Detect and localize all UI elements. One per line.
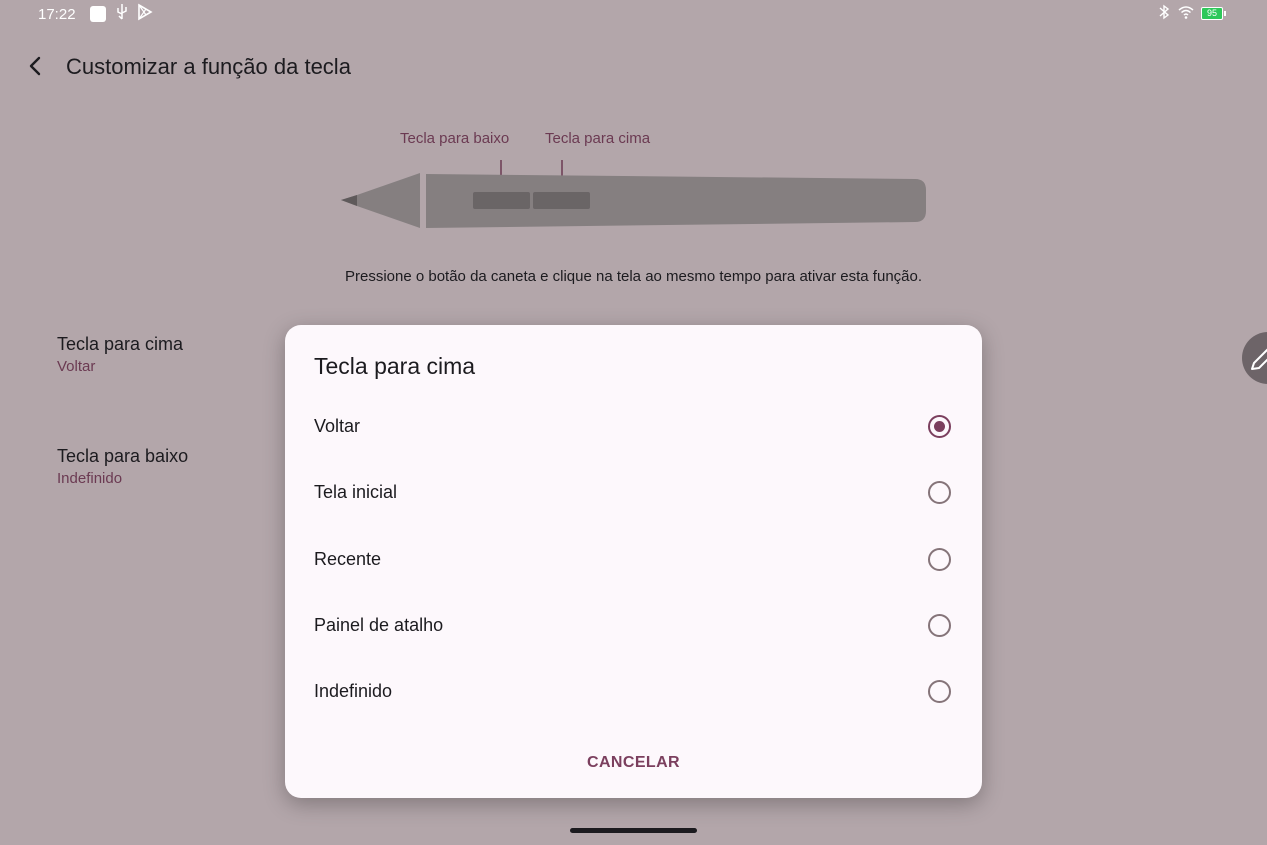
gesture-navigation-bar[interactable] — [570, 828, 697, 833]
pen-label-down-key: Tecla para baixo — [400, 130, 510, 147]
option-painel-de-atalho[interactable]: Painel de atalho — [285, 593, 982, 659]
setting-value: Voltar — [57, 358, 96, 375]
option-tela-inicial[interactable]: Tela inicial — [285, 460, 982, 526]
radio-unselected-icon[interactable] — [928, 614, 951, 637]
status-time: 17:22 — [38, 6, 76, 23]
battery-icon: 95 — [1201, 7, 1226, 20]
option-indefinido[interactable]: Indefinido — [285, 659, 982, 725]
wifi-icon — [1177, 3, 1195, 27]
up-key-shape — [533, 192, 590, 209]
option-label: Painel de atalho — [314, 615, 444, 635]
option-label: Recente — [314, 549, 382, 569]
radio-unselected-icon[interactable] — [928, 481, 951, 504]
key-function-dialog: Tecla para cima Voltar Tela inicial Rece… — [285, 325, 982, 798]
back-button[interactable] — [20, 50, 52, 82]
play-store-icon — [136, 3, 154, 27]
cancel-button[interactable]: CANCELAR — [285, 754, 982, 772]
setting-title: Tecla para cima — [57, 334, 184, 354]
dialog-title: Tecla para cima — [314, 353, 476, 379]
back-arrow-icon — [29, 56, 41, 76]
pencil-icon — [1251, 348, 1267, 370]
usb-icon — [115, 3, 129, 27]
bluetooth-icon — [1158, 3, 1170, 27]
pen-label-up-key: Tecla para cima — [545, 130, 651, 147]
radio-selected-icon[interactable] — [928, 415, 951, 438]
status-bar: 17:22 95 — [0, 0, 1267, 30]
radio-unselected-icon[interactable] — [928, 680, 951, 703]
down-key-shape — [473, 192, 530, 209]
option-label: Indefinido — [314, 681, 393, 701]
setting-value: Indefinido — [57, 470, 123, 487]
stylus-illustration — [341, 160, 926, 228]
option-voltar[interactable]: Voltar — [285, 394, 982, 460]
option-recente[interactable]: Recente — [285, 527, 982, 593]
page-title: Customizar a função da tecla — [66, 54, 351, 79]
setting-title: Tecla para baixo — [57, 446, 189, 466]
floating-pen-button[interactable] — [1242, 332, 1267, 384]
setting-down-key[interactable]: Tecla para baixo Indefinido — [57, 446, 188, 487]
setting-up-key[interactable]: Tecla para cima Voltar — [57, 334, 183, 375]
instruction-text: Pressione o botão da caneta e clique na … — [344, 268, 923, 285]
option-label: Tela inicial — [314, 482, 398, 502]
radio-unselected-icon[interactable] — [928, 548, 951, 571]
option-label: Voltar — [314, 416, 361, 436]
notification-app-icon — [90, 6, 106, 22]
